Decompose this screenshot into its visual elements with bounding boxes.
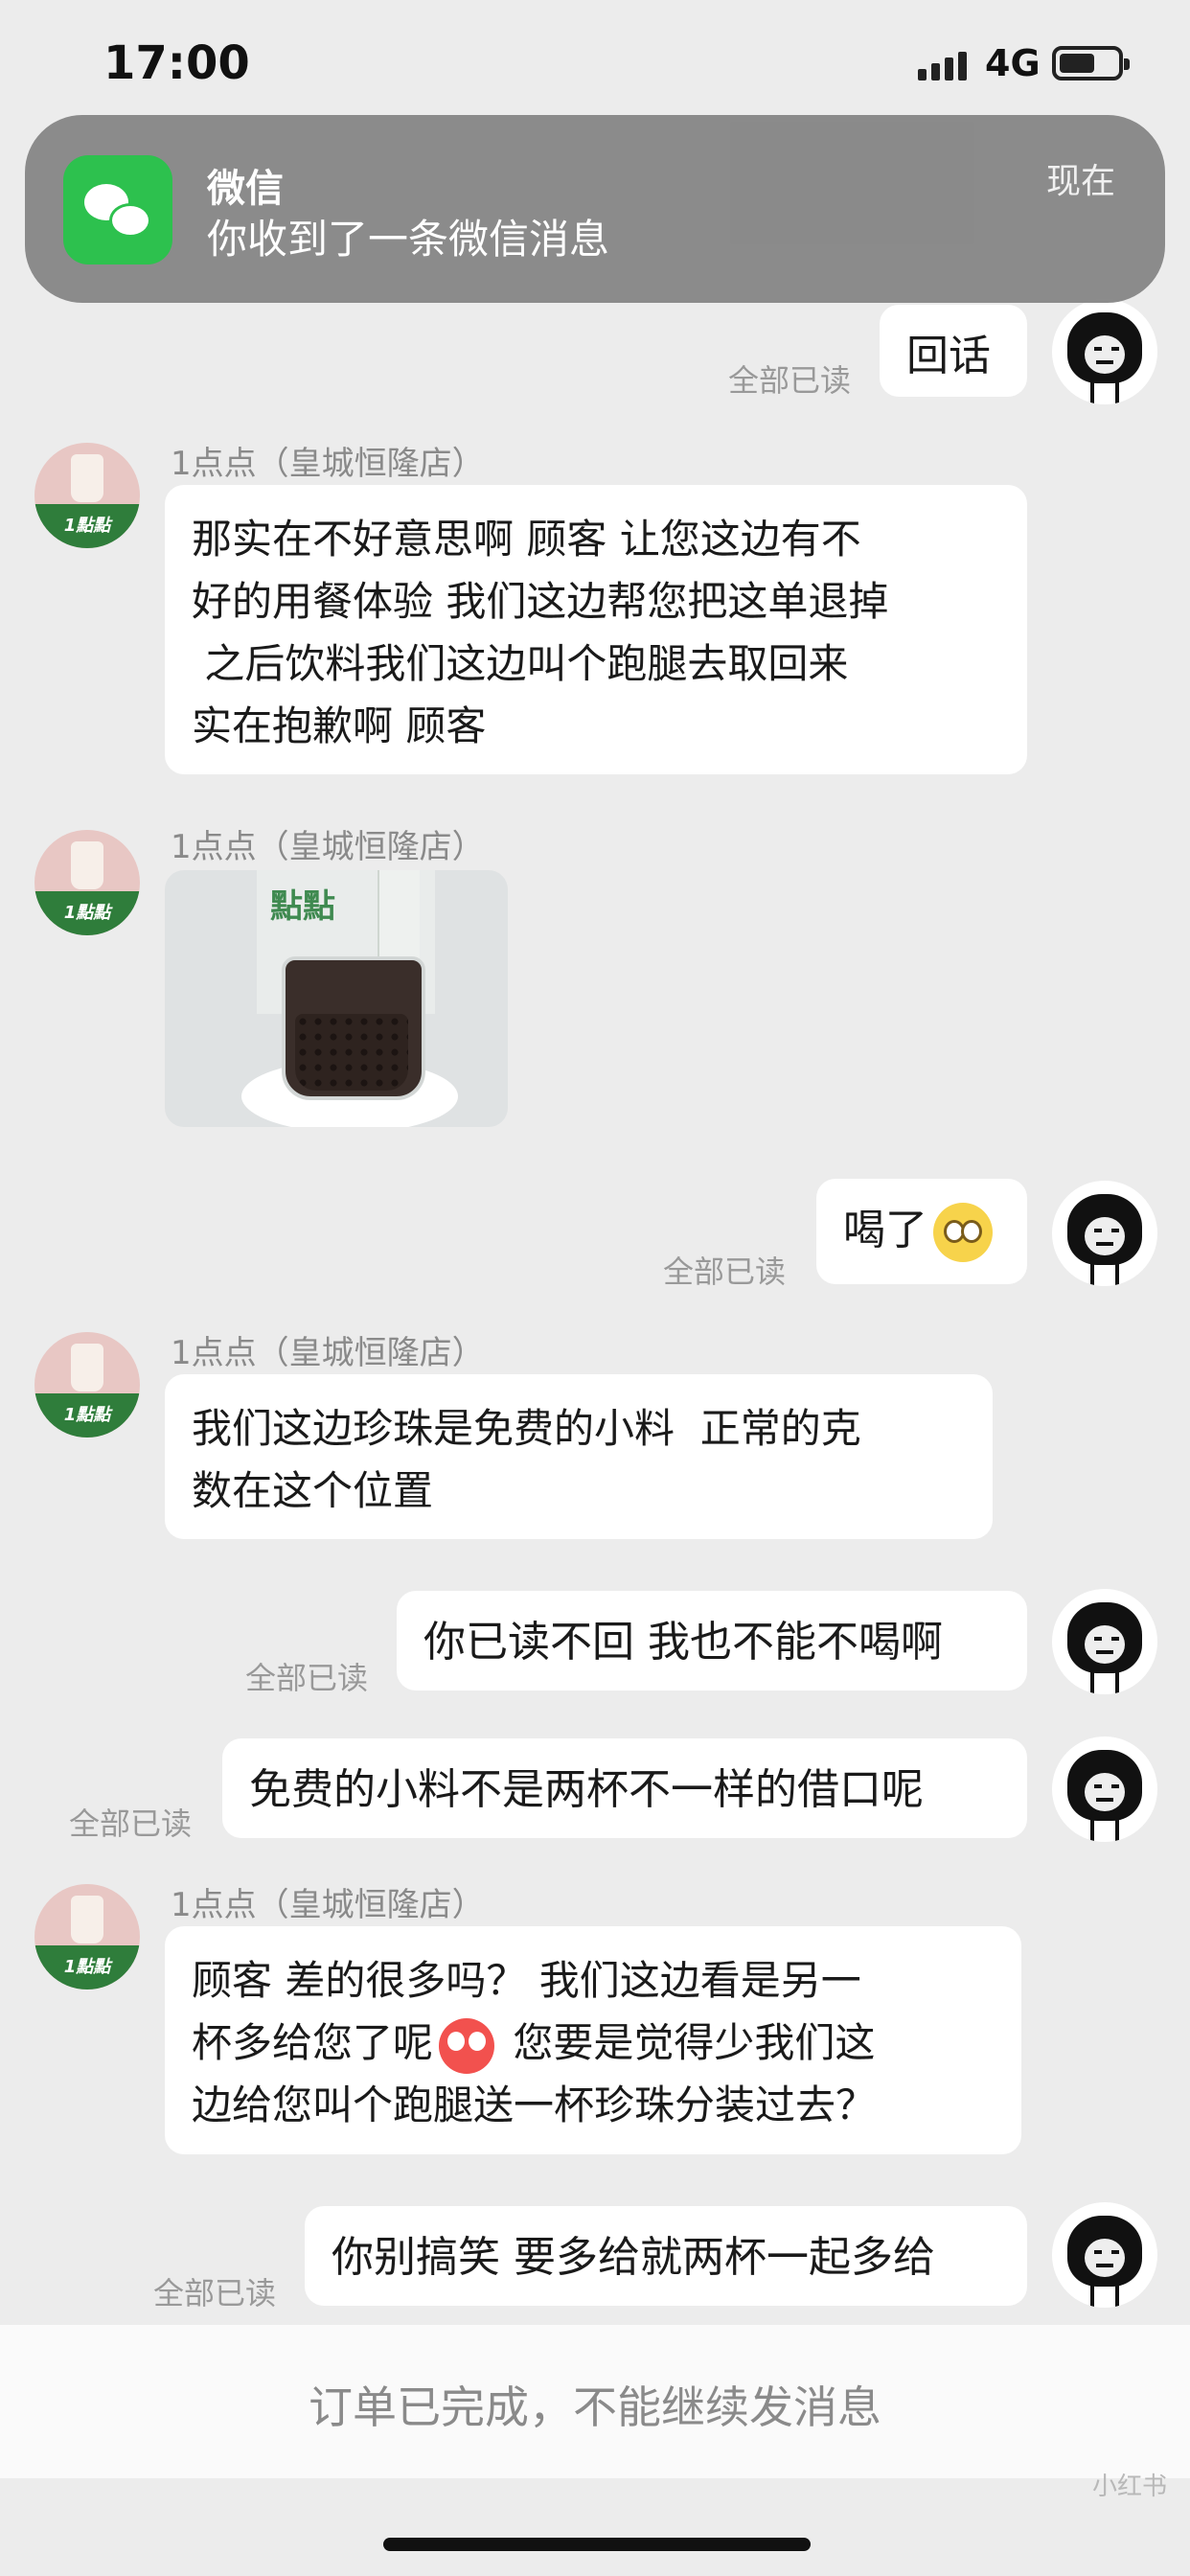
message-line: 实在抱歉啊 顾客 bbox=[192, 702, 487, 749]
battery-icon bbox=[1052, 46, 1130, 80]
notification-time: 现在 bbox=[1045, 162, 1115, 201]
wechat-icon bbox=[63, 155, 172, 264]
message-line: 顾客 差的很多吗？ 我们这边看是另一 bbox=[192, 1957, 861, 2004]
user-avatar[interactable] bbox=[1052, 1736, 1157, 1842]
notification-message: 你收到了一条微信消息 bbox=[207, 216, 610, 263]
message-bubble-shop[interactable]: 我们这边珍珠是免费的小料 正常的克 数在这个位置 bbox=[165, 1374, 993, 1539]
message-line: 好的用餐体验 我们这边帮您把这单退掉 bbox=[192, 578, 889, 625]
message-text: 您要是觉得少我们这 bbox=[500, 2019, 876, 2066]
shop-avatar[interactable]: 1點點 bbox=[34, 1332, 140, 1438]
message-line: 数在这个位置 bbox=[192, 1467, 434, 1514]
read-receipt: 全部已读 bbox=[728, 362, 852, 399]
message-text: 喝了 bbox=[843, 1206, 927, 1254]
shop-avatar[interactable]: 1點點 bbox=[34, 443, 140, 548]
message-bubble-shop[interactable]: 那实在不好意思啊 顾客 让您这边有不 好的用餐体验 我们这边帮您把这单退掉 之后… bbox=[165, 485, 1027, 774]
message-line: 边给您叫个跑腿送一杯珍珠分装过去？ bbox=[192, 2082, 877, 2128]
user-avatar[interactable] bbox=[1052, 2202, 1157, 2308]
message-bubble-me[interactable]: 你已读不回 我也不能不喝啊 bbox=[397, 1591, 1027, 1690]
message-line: 那实在不好意思啊 顾客 让您这边有不 bbox=[192, 516, 861, 563]
notification-banner[interactable]: 微信 你收到了一条微信消息 现在 bbox=[25, 115, 1165, 303]
read-receipt: 全部已读 bbox=[663, 1254, 787, 1290]
message-bubble-shop[interactable]: 顾客 差的很多吗？ 我们这边看是另一 杯多给您了呢 您要是觉得少我们这 边给您叫… bbox=[165, 1926, 1021, 2154]
image-bag-logo: 點點 bbox=[270, 887, 335, 926]
read-receipt: 全部已读 bbox=[69, 1806, 193, 1842]
shop-avatar[interactable]: 1點點 bbox=[34, 1884, 140, 1990]
status-time: 17:00 bbox=[103, 36, 250, 90]
shop-avatar[interactable]: 1點點 bbox=[34, 830, 140, 935]
user-avatar[interactable] bbox=[1052, 299, 1157, 404]
footer-text: 订单已完成，不能继续发消息 bbox=[309, 2381, 881, 2433]
read-receipt: 全部已读 bbox=[153, 2275, 277, 2312]
message-bubble-me[interactable]: 喝了 bbox=[816, 1179, 1027, 1284]
home-indicator[interactable] bbox=[383, 2538, 811, 2551]
user-avatar[interactable] bbox=[1052, 1181, 1157, 1286]
smile-emoji bbox=[933, 1203, 993, 1262]
message-line: 我们这边珍珠是免费的小料 正常的克 bbox=[192, 1405, 861, 1452]
message-bubble-me[interactable]: 回话 bbox=[880, 305, 1027, 397]
message-text: 杯多给您了呢 bbox=[192, 2019, 434, 2066]
watermark: 小红书 bbox=[1091, 2472, 1167, 2501]
message-line: 之后饮料我们这边叫个跑腿去取回来 bbox=[192, 640, 849, 687]
sender-name: 1点点（皇城恒隆店） bbox=[171, 828, 485, 866]
message-image[interactable]: 點點 bbox=[165, 870, 508, 1127]
sender-name: 1点点（皇城恒隆店） bbox=[171, 445, 485, 483]
signal-icon bbox=[918, 46, 970, 80]
read-receipt: 全部已读 bbox=[245, 1660, 369, 1696]
network-label: 4G bbox=[985, 42, 1041, 84]
notification-app-name: 微信 bbox=[207, 167, 284, 211]
sender-name: 1点点（皇城恒隆店） bbox=[171, 1334, 485, 1372]
order-closed-footer: 订单已完成，不能继续发消息 bbox=[0, 2325, 1190, 2478]
sender-name: 1点点（皇城恒隆店） bbox=[171, 1886, 485, 1924]
message-bubble-me[interactable]: 免费的小料不是两杯不一样的借口呢 bbox=[222, 1738, 1027, 1838]
eye-roll-emoji bbox=[439, 2017, 495, 2074]
user-avatar[interactable] bbox=[1052, 1589, 1157, 1694]
message-bubble-me[interactable]: 你别搞笑 要多给就两杯一起多给 bbox=[305, 2206, 1027, 2306]
